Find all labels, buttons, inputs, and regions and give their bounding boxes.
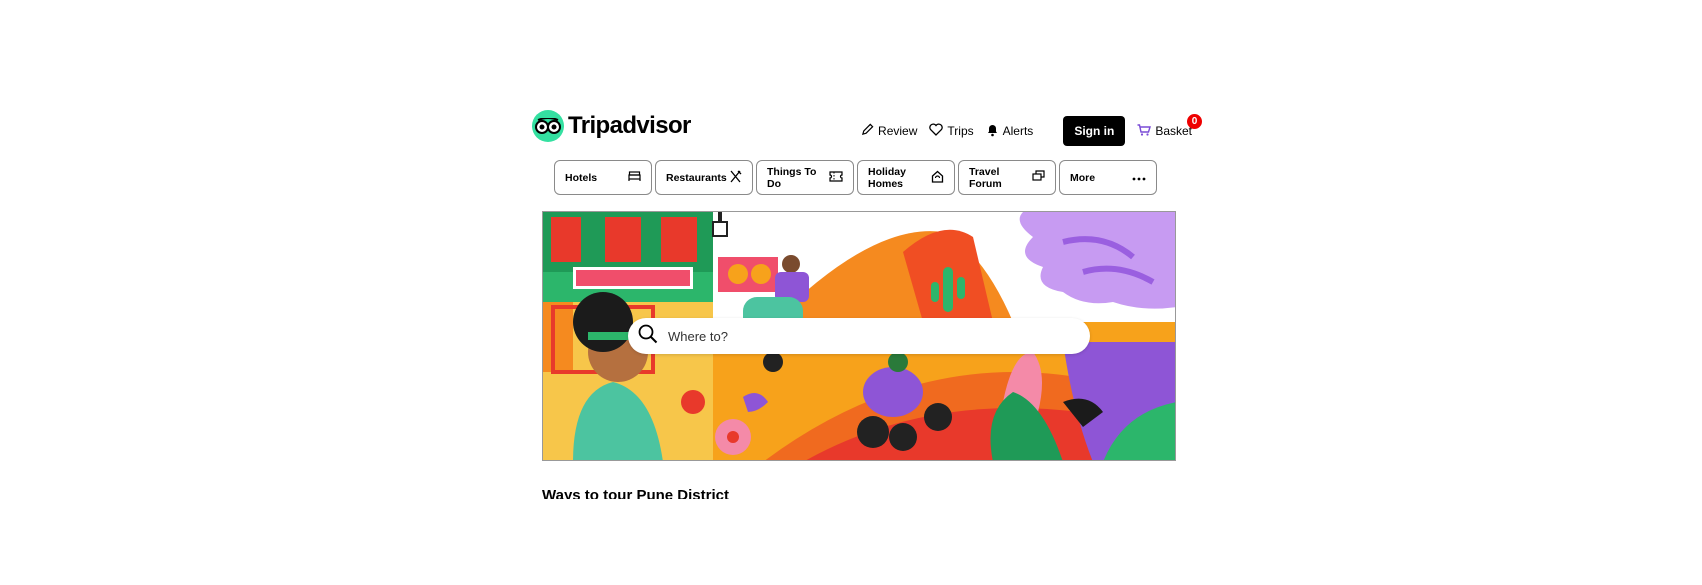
sign-in-button[interactable]: Sign in xyxy=(1063,116,1126,146)
ticket-icon xyxy=(829,170,843,185)
tripadvisor-logo[interactable]: Tripadvisor xyxy=(532,110,691,142)
category-hotels[interactable]: Hotels xyxy=(554,160,652,195)
category-label: Travel Forum xyxy=(969,165,1002,190)
search-icon xyxy=(638,324,658,349)
alerts-label: Alerts xyxy=(1002,124,1034,138)
brand-name: Tripadvisor xyxy=(568,112,691,139)
alerts-link[interactable]: Alerts xyxy=(986,123,1034,140)
search-bar[interactable] xyxy=(628,318,1090,354)
search-input[interactable] xyxy=(666,327,1030,345)
review-label: Review xyxy=(878,124,918,138)
basket-link[interactable]: Basket 0 xyxy=(1137,113,1202,139)
section-heading: Ways to tour Pune District xyxy=(542,487,729,499)
chat-icon xyxy=(1032,170,1045,185)
category-label: Holiday Homes xyxy=(868,165,906,190)
basket-label: Basket xyxy=(1155,124,1192,138)
basket-count-badge: 0 xyxy=(1187,113,1202,129)
top-nav: Review Trips Alerts Sign in Basket 0 xyxy=(849,113,1202,147)
category-things-to-do[interactable]: Things To Do xyxy=(756,160,854,195)
category-label: Things To Do xyxy=(767,165,817,190)
owl-logo-icon xyxy=(532,110,564,142)
category-nav: Hotels Restaurants Things To Do Holiday … xyxy=(554,160,1157,195)
cart-icon xyxy=(1137,123,1152,139)
category-restaurants[interactable]: Restaurants xyxy=(655,160,753,195)
category-holiday-homes[interactable]: Holiday Homes xyxy=(857,160,955,195)
ellipsis-icon xyxy=(1132,172,1146,184)
bell-icon xyxy=(986,123,999,140)
heart-icon xyxy=(929,123,944,139)
pencil-icon xyxy=(861,123,874,139)
bed-icon xyxy=(628,170,641,185)
category-travel-forum[interactable]: Travel Forum xyxy=(958,160,1056,195)
category-label: More xyxy=(1070,171,1096,184)
utensils-icon xyxy=(729,170,742,186)
house-icon xyxy=(931,170,944,186)
trips-label: Trips xyxy=(947,124,974,138)
trips-link[interactable]: Trips xyxy=(929,123,974,139)
review-link[interactable]: Review xyxy=(861,123,917,139)
category-more[interactable]: More xyxy=(1059,160,1157,195)
site-header: Tripadvisor Review Trips Alerts Sign in xyxy=(532,104,1202,154)
category-label: Hotels xyxy=(565,171,598,184)
category-label: Restaurants xyxy=(666,171,727,184)
